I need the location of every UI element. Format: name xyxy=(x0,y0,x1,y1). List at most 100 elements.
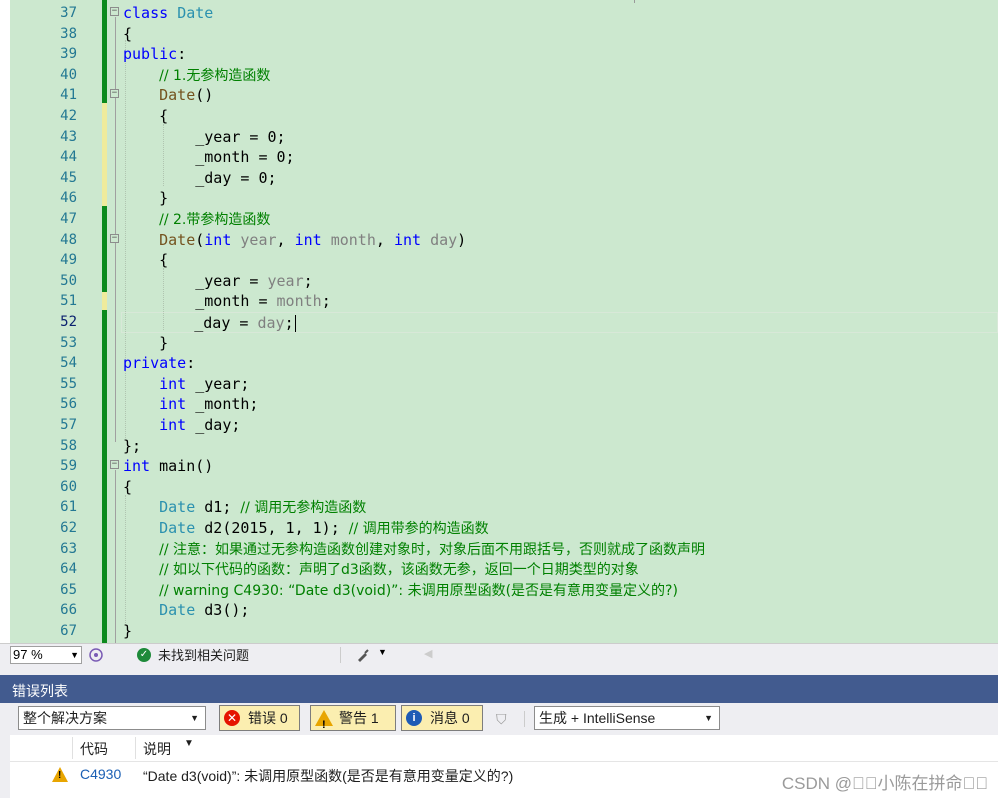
collapse-main-toggle-icon[interactable]: − xyxy=(110,460,119,469)
info-icon: i xyxy=(406,710,422,726)
code-text: _day; xyxy=(186,416,241,434)
code-line[interactable]: _day = day; xyxy=(121,312,998,333)
code-line[interactable]: _year = 0; xyxy=(123,127,998,148)
code-line[interactable]: Date d2(2015, 1, 1); // 调用带参的构造函数 xyxy=(123,518,998,539)
code-line[interactable]: // warning C4930: “Date d3(void)”: 未调用原型… xyxy=(123,580,998,601)
chevron-down-icon[interactable]: ▼ xyxy=(378,647,387,657)
column-divider[interactable] xyxy=(135,737,136,759)
error-list-title-bar: 错误列表 xyxy=(0,675,998,704)
code-line[interactable]: public: xyxy=(123,44,998,65)
code-line[interactable]: _day = 0; xyxy=(123,168,998,189)
code-text: ; xyxy=(284,314,294,332)
code-line[interactable]: // 2.带参构造函数 xyxy=(123,209,998,230)
column-header-description[interactable]: 说明 xyxy=(143,739,171,759)
code-line[interactable]: _month = 0; xyxy=(123,147,998,168)
outline-line xyxy=(115,17,116,442)
keyword: public xyxy=(123,45,178,64)
error-list-title: 错误列表 xyxy=(12,683,68,699)
collapse-ctor1-toggle-icon[interactable]: − xyxy=(110,89,119,98)
code-line[interactable]: } xyxy=(123,621,998,642)
comment: // 如以下代码的函数：声明了d3函数，该函数无参，返回一个日期类型的对象 xyxy=(159,562,639,579)
zoom-select[interactable]: 97 % ▼ xyxy=(10,646,82,664)
code-line[interactable]: int _day; xyxy=(123,415,998,436)
code-text: : xyxy=(177,45,187,64)
code-text: , xyxy=(375,230,394,249)
line-number: 41 xyxy=(60,87,77,104)
scope-dropdown[interactable]: 整个解决方案 ▼ xyxy=(18,706,206,730)
line-number: 65 xyxy=(60,581,77,598)
scope-value: 整个解决方案 xyxy=(23,710,107,726)
code-text: _day = 0; xyxy=(123,168,277,187)
code-line[interactable]: // 1.无参构造函数 xyxy=(123,65,998,86)
code-line[interactable]: } xyxy=(123,333,998,354)
type-name: Date xyxy=(159,498,196,517)
code-line[interactable]: _month = month; xyxy=(123,291,998,312)
warning-code-link[interactable]: C4930 xyxy=(80,766,121,782)
code-text: { xyxy=(123,251,169,270)
line-number: 55 xyxy=(60,375,77,392)
panel-splitter[interactable] xyxy=(0,666,998,675)
warning-icon: ! xyxy=(52,767,68,782)
keyword: private xyxy=(123,354,187,373)
code-line[interactable]: _year = year; xyxy=(123,271,998,292)
warnings-filter-button[interactable]: ! 警告 1 xyxy=(310,705,396,731)
code-text: d1; xyxy=(195,498,241,517)
line-number-gutter: 37 38 39 40 41 42 43 44 45 46 47 48 49 50 51 52 53 54 55 56… xyxy=(10,0,102,643)
code-text: ) xyxy=(457,230,467,249)
code-line[interactable]: Date d1; // 调用无参构造函数 xyxy=(123,497,998,518)
scroll-left-icon[interactable]: ◀ xyxy=(424,647,432,660)
outline-line xyxy=(115,470,116,643)
source-dropdown[interactable]: 生成 + IntelliSense ▼ xyxy=(534,706,720,730)
code-line[interactable]: // 如以下代码的函数：声明了d3函数，该函数无参，返回一个日期类型的对象 xyxy=(123,559,998,580)
line-number: 61 xyxy=(60,499,77,516)
parameter: month xyxy=(276,292,322,311)
code-cleanup-brush-icon[interactable] xyxy=(355,647,371,663)
code-text: ; xyxy=(303,271,313,290)
code-line[interactable]: private: xyxy=(123,353,998,374)
line-number: 46 xyxy=(60,190,77,207)
code-line[interactable]: // 注意：如果通过无参构造函数创建对象时，对象后面不用跟括号，否则就成了函数声… xyxy=(123,539,998,560)
unsaved-change-marker xyxy=(102,292,107,310)
code-line[interactable]: int _year; xyxy=(123,374,998,395)
code-line[interactable]: Date d3(); xyxy=(123,600,998,621)
collapse-ctor2-toggle-icon[interactable]: − xyxy=(110,234,119,243)
code-line[interactable]: }; xyxy=(123,436,998,457)
code-line[interactable]: } xyxy=(123,188,998,209)
code-editor[interactable]: 37 38 39 40 41 42 43 44 45 46 47 48 49 50 51 52 53 54 55 56… xyxy=(0,0,998,643)
code-line[interactable]: { xyxy=(123,106,998,127)
line-number: 56 xyxy=(60,396,77,413)
line-number: 49 xyxy=(60,252,77,269)
code-text: () xyxy=(195,86,214,105)
column-header-code[interactable]: 代码 xyxy=(80,739,108,759)
health-icon[interactable] xyxy=(88,647,104,663)
code-text: } xyxy=(123,189,169,208)
code-text: , xyxy=(276,230,295,249)
code-text: _month = 0; xyxy=(123,148,295,167)
code-line[interactable]: class Date xyxy=(123,3,998,24)
code-line[interactable]: { xyxy=(123,477,998,498)
messages-filter-button[interactable]: i 消息 0 xyxy=(401,705,483,731)
code-line[interactable]: Date(int year, int month, int day) xyxy=(123,230,998,251)
code-line[interactable]: Date() xyxy=(123,85,998,106)
code-text: d3(); xyxy=(195,601,250,620)
errors-filter-button[interactable]: ✕ 错误 0 xyxy=(219,705,300,731)
outlining-margin[interactable]: − − − − xyxy=(108,0,122,643)
editor-left-margin xyxy=(0,0,10,643)
keyword: int xyxy=(159,416,187,434)
line-number: 40 xyxy=(60,66,77,83)
column-divider[interactable] xyxy=(72,737,73,759)
code-line[interactable]: { xyxy=(123,24,998,45)
filter-icon[interactable]: ⛉ xyxy=(496,711,514,727)
code-line[interactable]: int main() xyxy=(123,456,998,477)
line-number: 51 xyxy=(60,293,77,310)
keyword: class xyxy=(123,4,169,22)
code-line[interactable]: { xyxy=(123,250,998,271)
code-text: : xyxy=(186,354,196,373)
code-area[interactable]: class Date{public: // 1.无参构造函数 Date() { … xyxy=(121,0,998,643)
code-line[interactable]: int _month; xyxy=(123,394,998,415)
collapse-class-toggle-icon[interactable]: − xyxy=(110,7,119,16)
